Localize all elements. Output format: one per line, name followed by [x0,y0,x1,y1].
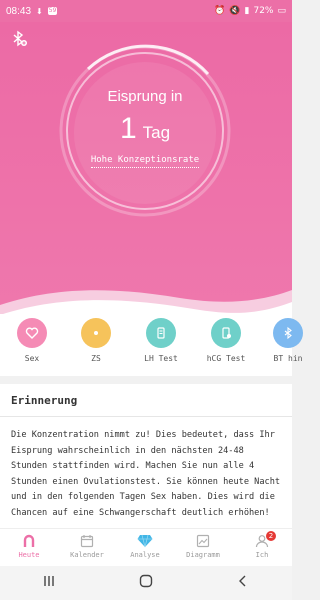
notification-count-badge: 2 [266,531,276,541]
reminder-title: Erinnerung [11,394,78,407]
tab-heute[interactable]: Heute [0,533,58,559]
action-label: LH Test [144,354,178,363]
recent-apps-icon[interactable] [29,575,69,591]
action-label: Sex [24,354,40,363]
test-strip-icon [211,318,241,348]
ovulation-hero: Eisprung in 1 Tag Hohe Konzeptionsrate [0,22,292,322]
days-number: 1 [119,112,137,145]
days-unit: Tag [142,123,171,142]
tab-kalender[interactable]: Kalender [58,533,116,559]
tab-label: Heute [18,551,40,559]
action-lh-test[interactable]: LH Test [135,318,187,363]
signal-icon: ▮ [244,6,250,16]
tab-label: Ich [255,551,269,559]
reminder-card: Erinnerung Die Konzentration nimmt zu! D… [0,384,292,528]
tab-ich[interactable]: 2 Ich [233,531,291,559]
action-sex[interactable]: Sex [6,318,58,363]
download-icon: ⬇ [36,6,43,16]
test-strip-icon [146,318,176,348]
tab-diagramm[interactable]: Diagramm [174,533,232,559]
action-zs[interactable]: ZS [70,318,122,363]
chart-image-icon [174,533,232,549]
back-icon[interactable] [223,575,263,591]
user-icon [233,533,291,549]
action-bt[interactable]: BT hin [262,318,314,363]
battery-icon: ▭ [277,6,286,16]
conception-rate-link[interactable]: Hohe Konzeptionsrate [66,155,224,168]
ovulation-title: Eisprung in [107,88,183,105]
bluetooth-icon [273,318,303,348]
tab-label: Diagramm [186,551,220,559]
tab-label: Analyse [130,551,160,559]
quick-actions: Sex ZS LH Test hCG Test BT hin [0,314,303,376]
conception-rate-label: Hohe Konzeptionsrate [90,155,200,168]
tab-analyse[interactable]: Analyse [116,533,174,559]
home-button-icon[interactable] [126,574,166,592]
heart-icon [17,318,47,348]
tab-label: Kalender [70,551,104,559]
battery-level: 72% [253,6,274,16]
alarm-icon: ⏰ [214,6,226,16]
notification-badge: 59 [47,7,58,15]
home-arch-icon [0,533,58,549]
mute-icon: 🔇 [229,6,241,16]
bluetooth-add-icon[interactable] [9,29,29,49]
status-bar: 08:43 ⬇ 59 ⏰ 🔇 ▮ 72% ▭ [0,0,292,22]
diamond-icon [116,533,174,549]
thermometer-dot-icon [81,318,111,348]
ovulation-countdown: 1 Tag [66,112,224,146]
action-hcg-test[interactable]: hCG Test [200,318,252,363]
calendar-icon [58,533,116,549]
bottom-tab-bar: Heute Kalender Analyse Diagramm 2 Ich [0,528,292,566]
system-nav-bar [0,566,292,600]
divider [0,416,292,417]
status-time: 08:43 [6,5,32,17]
reminder-text: Die Konzentration nimmt zu! Dies bedeute… [11,430,281,518]
action-label: BT hin [273,354,303,363]
action-label: hCG Test [206,354,246,363]
action-label: ZS [91,354,101,363]
